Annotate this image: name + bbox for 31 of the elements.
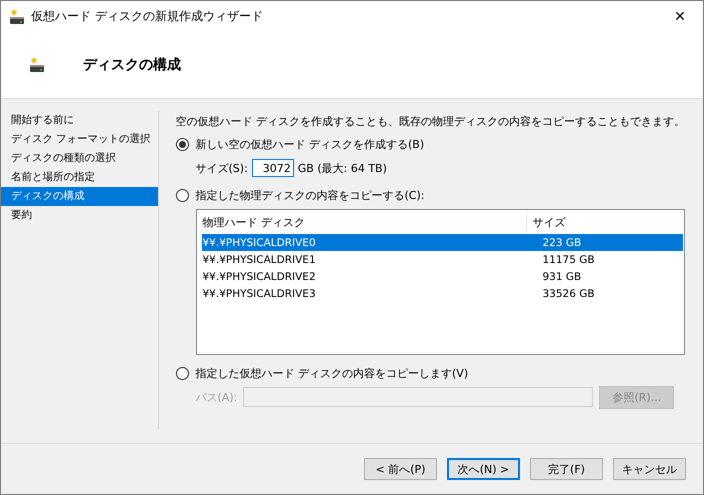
close-button[interactable]: ✕	[657, 1, 703, 32]
wizard-step[interactable]: ディスクの種類の選択	[1, 149, 158, 168]
table-row[interactable]: ¥¥.¥PHYSICALDRIVE0 223 GB	[202, 234, 683, 251]
wizard-button[interactable]: < 前へ(P)	[364, 458, 437, 480]
intro-text: 空の仮想ハード ディスクを作成することも、既存の物理ディスクの内容をコピーすることもできます。	[176, 114, 685, 130]
option-label: 新しい空の仮想ハード ディスクを作成する(B)	[196, 136, 424, 152]
option-label: 指定した物理ディスクの内容をコピーする(C):	[196, 188, 424, 202]
column-header[interactable]: 物理ハード ディスク	[196, 214, 526, 230]
wizard-button[interactable]: 完了(F)	[530, 458, 603, 480]
wizard-button[interactable]: キャンセル	[613, 458, 686, 480]
table-row[interactable]: ¥¥.¥PHYSICALDRIVE3 33526 GB	[202, 285, 683, 302]
size-field[interactable]: 3072	[252, 159, 294, 177]
window-title: 仮想ハード ディスクの新規作成ウィザード	[31, 8, 264, 25]
radio-button[interactable]	[176, 138, 188, 150]
disk-icon	[9, 8, 25, 24]
size-unit: GB (最大: 64 TB)	[298, 160, 387, 176]
wizard-step[interactable]: ディスクの構成	[1, 187, 158, 206]
page-heading: ディスクの構成	[83, 56, 181, 74]
wizard-step[interactable]: ディスク フォーマットの選択	[1, 130, 158, 149]
size-label: サイズ(S):	[196, 160, 248, 176]
disk-icon	[29, 57, 45, 73]
wizard-step[interactable]: 要約	[1, 206, 158, 225]
table-row[interactable]: ¥¥.¥PHYSICALDRIVE1 11175 GB	[202, 251, 683, 268]
column-header[interactable]: サイズ	[526, 214, 566, 230]
table-row[interactable]: ¥¥.¥PHYSICALDRIVE2 931 GB	[202, 268, 683, 285]
option-label: 指定した仮想ハード ディスクの内容をコピーします(V)	[196, 366, 468, 380]
wizard-button[interactable]: 次へ(N) >	[447, 458, 520, 480]
path-label: パス(A):	[196, 390, 238, 404]
wizard-step[interactable]: 名前と場所の指定	[1, 168, 158, 187]
wizard-step[interactable]: 開始する前に	[1, 111, 158, 130]
radio-button[interactable]	[176, 188, 188, 202]
